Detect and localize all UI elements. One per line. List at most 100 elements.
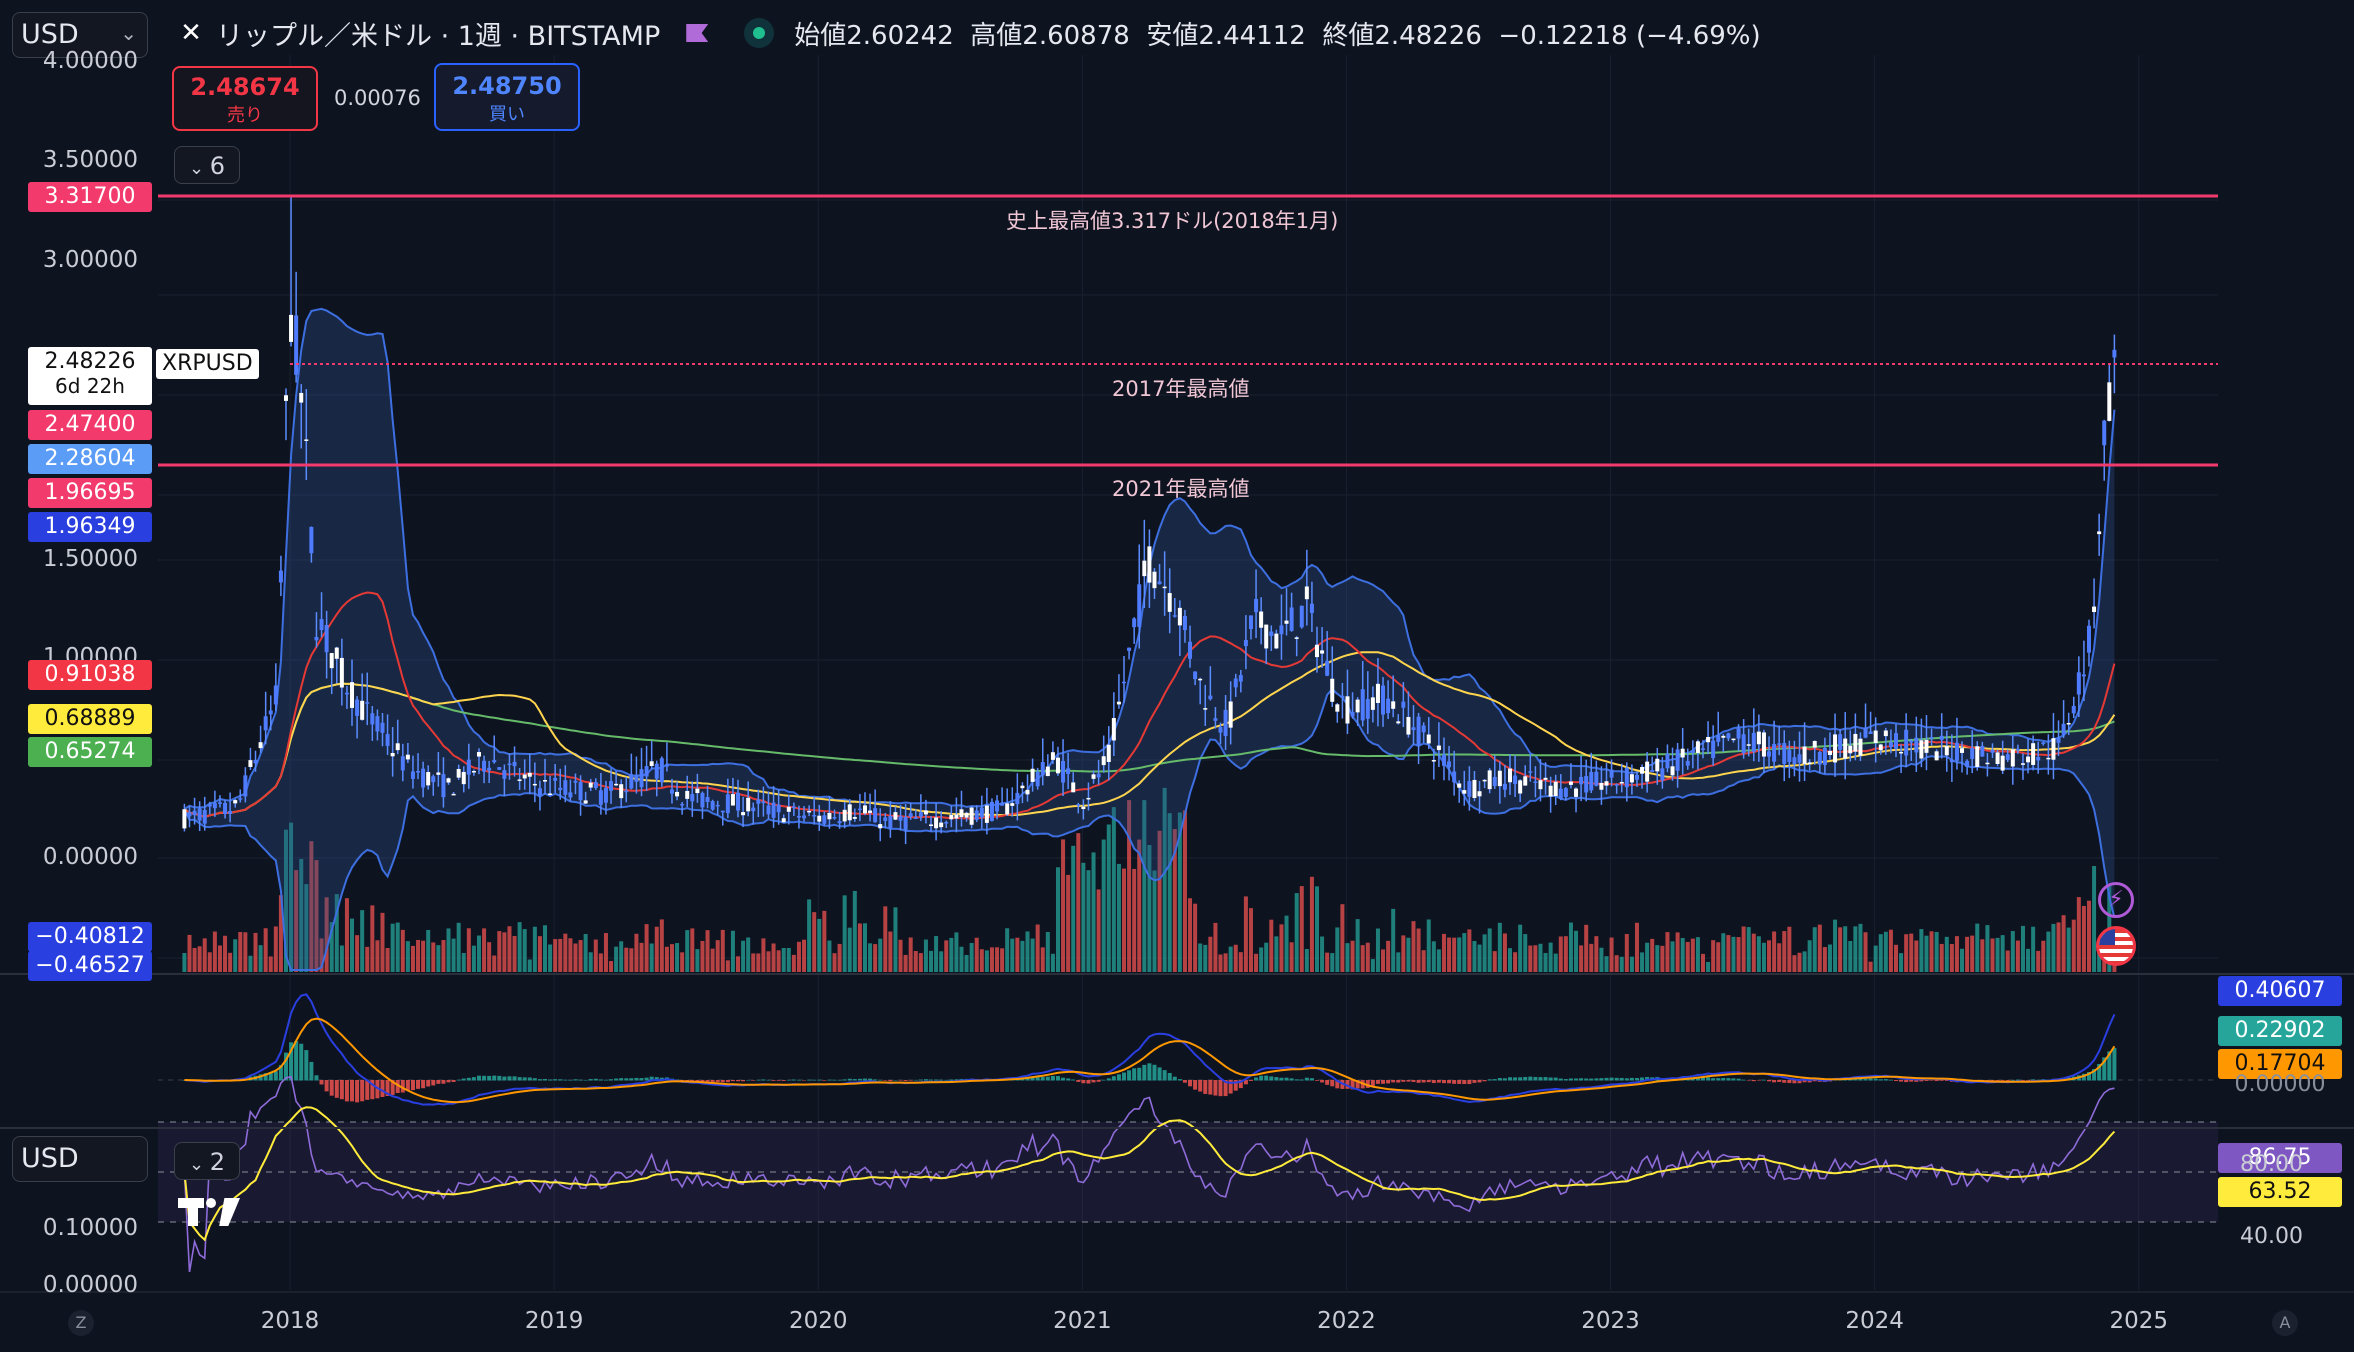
macd-histogram-bar [1482, 1080, 1487, 1082]
volume-bar [2046, 931, 2051, 972]
candle-body [487, 767, 492, 771]
candle-body [512, 761, 517, 767]
rsi-collapse-button[interactable]: ⌄ 2 [174, 1142, 240, 1180]
volume-bar [1670, 941, 1675, 972]
macd-histogram-bar [1218, 1080, 1223, 1097]
candle-body [847, 804, 852, 821]
candle-body [1538, 780, 1543, 790]
zoom-corner-left[interactable]: Z [68, 1310, 94, 1336]
candle-body [1030, 768, 1035, 782]
macd-histogram-bar [1172, 1076, 1177, 1081]
macd-histogram-bar [548, 1079, 553, 1081]
candle-body [263, 716, 268, 731]
macd-histogram-bar [1208, 1080, 1213, 1095]
volume-bar [1477, 944, 1482, 972]
volume-bar [649, 943, 654, 972]
candle-body [984, 805, 989, 823]
candle-body [842, 809, 847, 822]
candle-body [1132, 618, 1137, 628]
volume-bar [1254, 953, 1259, 972]
macd-histogram-bar [532, 1078, 537, 1081]
indicator-collapse-button[interactable]: ⌄ 6 [174, 146, 240, 184]
candle-body [959, 809, 964, 818]
volume-bar [1838, 927, 1843, 972]
currency-selector-lower[interactable]: USD [12, 1136, 148, 1182]
rsi-axis-label: 40.00 [2240, 1224, 2303, 1249]
macd-histogram-bar [934, 1079, 939, 1081]
macd-histogram-bar [1111, 1076, 1116, 1081]
macd-histogram-bar [1513, 1077, 1518, 1081]
candle-body [1990, 749, 1995, 753]
us-flag-event-icon[interactable] [2096, 926, 2136, 966]
volume-bar [578, 940, 583, 972]
time-axis-label: 2019 [524, 1308, 584, 1334]
volume-bar [1624, 934, 1629, 972]
flag-icon[interactable] [686, 24, 709, 42]
volume-bar [1238, 952, 1243, 972]
macd-histogram-bar [1472, 1080, 1477, 1083]
candle-body [1843, 738, 1848, 759]
volume-bar [2071, 919, 2076, 972]
candle-body [1172, 615, 1177, 617]
price-badge: 0.65274 [28, 737, 152, 767]
candle-body [1579, 776, 1584, 785]
candle-body [1502, 783, 1507, 790]
volume-bar [1563, 936, 1568, 972]
volume-bar [807, 899, 812, 972]
volume-bar [883, 906, 888, 972]
candle-body [1116, 701, 1121, 705]
macd-histogram-bar [1127, 1070, 1132, 1081]
volume-bar [1086, 870, 1091, 972]
macd-histogram-bar [868, 1078, 873, 1081]
macd-histogram-bar [1248, 1080, 1253, 1081]
volume-bar [2020, 925, 2025, 972]
tradingview-logo[interactable] [178, 1194, 242, 1228]
macd-histogram-bar [1746, 1080, 1751, 1081]
volume-bar [969, 942, 974, 972]
volume-bar [1685, 941, 1690, 972]
volume-bar [624, 947, 629, 972]
volume-bar [802, 939, 807, 972]
candle-body [1690, 750, 1695, 753]
candle-body [466, 759, 471, 775]
volume-bar [1264, 942, 1269, 972]
price-chart[interactable] [0, 0, 2354, 1352]
volume-bar [1817, 924, 1822, 972]
volume-bar [1904, 934, 1909, 972]
candle-body [294, 315, 299, 375]
macd-histogram-bar [807, 1079, 812, 1081]
lightning-event-icon[interactable]: ⚡ [2098, 882, 2134, 918]
candle-body [360, 700, 365, 720]
volume-bar [1467, 929, 1472, 972]
volume-bar [868, 943, 873, 972]
volume-bar [1025, 931, 1030, 972]
macd-histogram-bar [1086, 1080, 1091, 1084]
buy-button[interactable]: 2.48750 買い [434, 63, 580, 131]
volume-bar [923, 939, 928, 972]
volume-bar [756, 953, 761, 972]
market-status-icon[interactable] [744, 18, 775, 48]
macd-histogram-bar [736, 1080, 741, 1082]
price-badge: 1.96349 [28, 512, 152, 542]
candle-body [710, 801, 715, 810]
volume-bar [421, 940, 426, 972]
rsi-badge: 63.52 [2218, 1177, 2342, 1207]
macd-histogram-bar [410, 1080, 415, 1091]
volume-bar [1558, 936, 1563, 972]
candle-body [410, 771, 415, 779]
macd-histogram-bar [1391, 1080, 1396, 1083]
sell-button[interactable]: 2.48674 売り [172, 66, 318, 131]
candle-body [207, 804, 212, 807]
candle-body [964, 812, 969, 818]
candle-body [243, 775, 248, 797]
volume-bar [487, 942, 492, 972]
macd-histogram-bar [802, 1080, 807, 1081]
auto-scale-button[interactable]: A [2272, 1310, 2298, 1336]
volume-bar [355, 935, 360, 972]
volume-bar [1330, 953, 1335, 972]
volume-bar [1680, 937, 1685, 972]
chevron-down-icon: ⌄ [120, 21, 137, 45]
candle-body [1375, 683, 1380, 703]
volume-bar [1579, 945, 1584, 972]
macd-histogram-bar [1584, 1078, 1589, 1081]
